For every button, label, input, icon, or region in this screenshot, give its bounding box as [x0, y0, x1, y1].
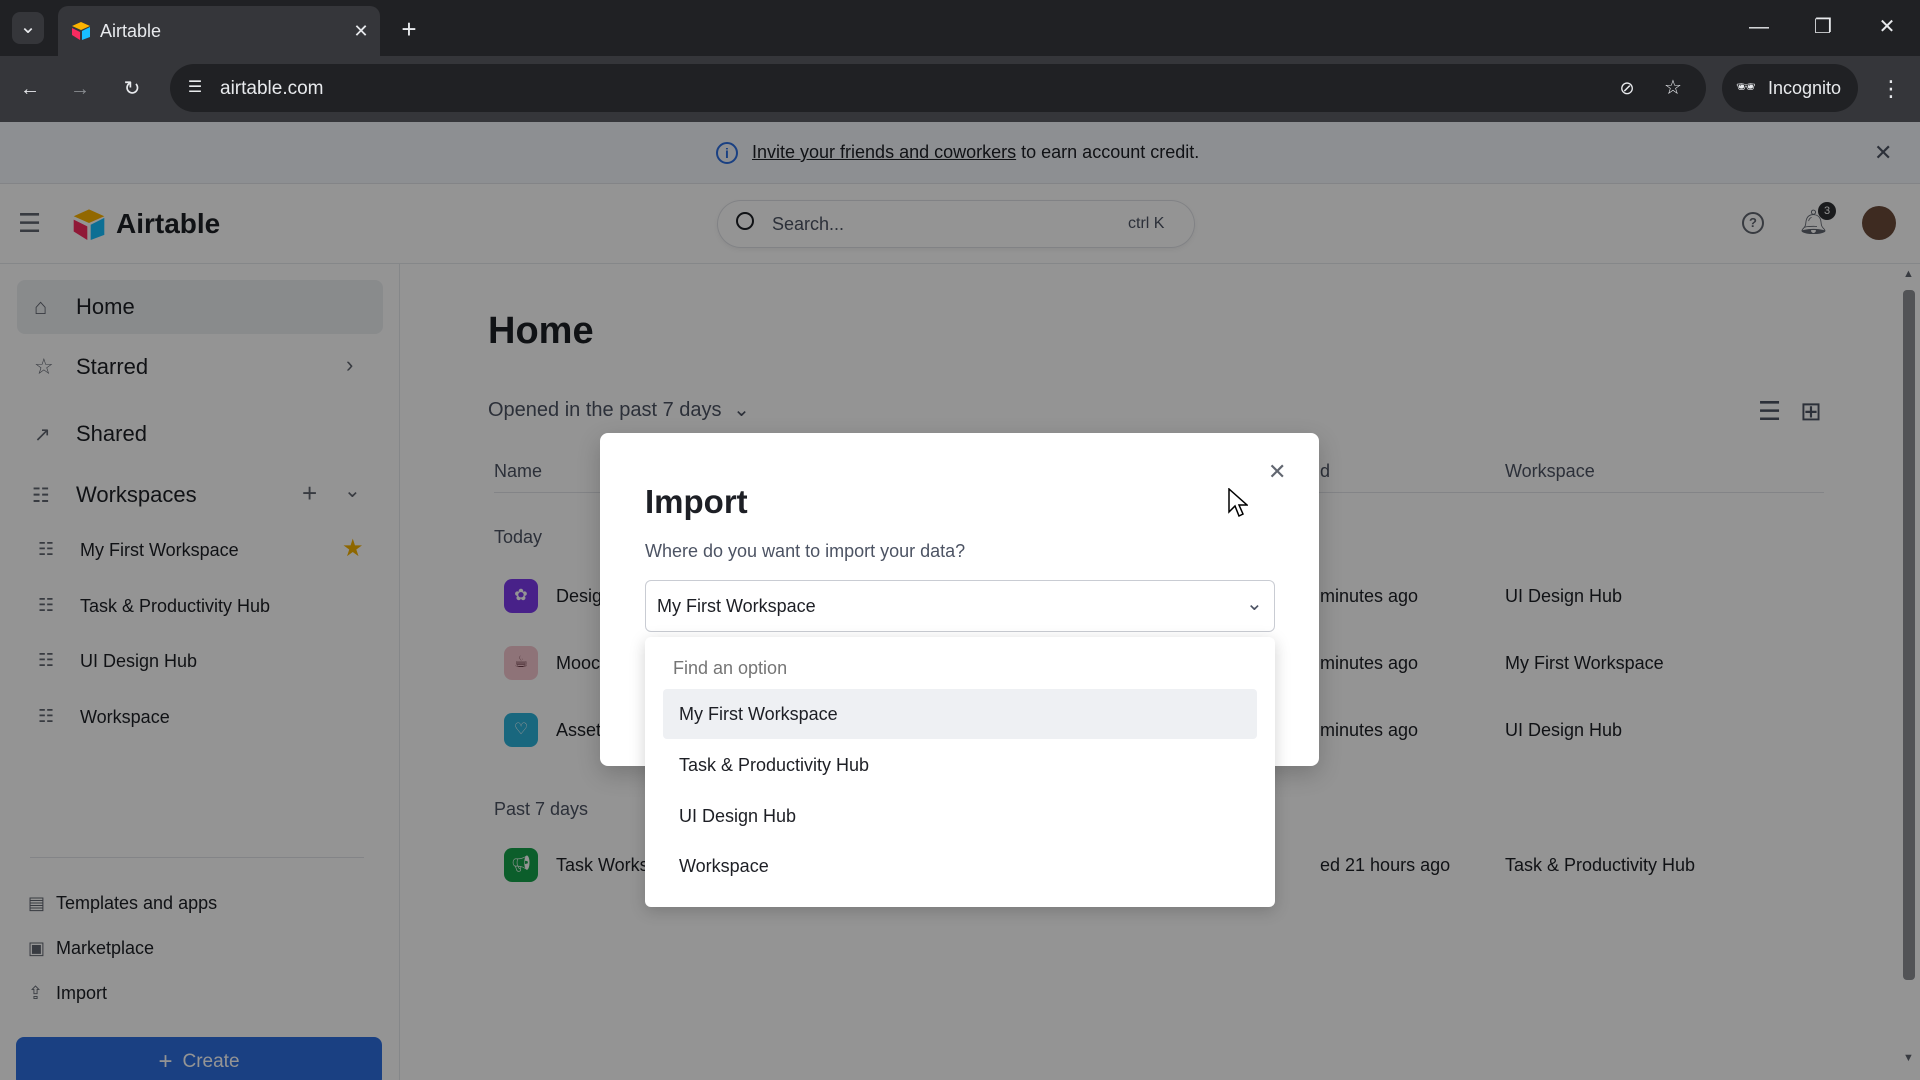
workspace-select-value: My First Workspace	[657, 596, 816, 616]
workspace-dropdown: My First Workspace Task & Productivity H…	[645, 637, 1275, 907]
dropdown-option[interactable]: Task & Productivity Hub	[663, 740, 1257, 790]
workspace-select[interactable]: My First Workspace ⌄	[645, 580, 1275, 632]
incognito-icon: 🕶	[1735, 79, 1757, 96]
airtable-favicon	[72, 22, 90, 40]
site-info-icon[interactable]: ☰	[180, 73, 210, 103]
address-bar[interactable]: ☰ airtable.com ⊘ ☆	[170, 64, 1706, 112]
close-tab-icon[interactable]: ✕	[346, 16, 376, 46]
eye-off-icon[interactable]: ⊘	[1612, 73, 1642, 103]
browser-menu-icon[interactable]: ⋮	[1876, 74, 1906, 104]
bookmark-star-icon[interactable]: ☆	[1658, 73, 1688, 103]
new-tab-icon[interactable]: +	[394, 14, 424, 44]
dropdown-option[interactable]: UI Design Hub	[663, 791, 1257, 841]
dropdown-option[interactable]: My First Workspace	[663, 689, 1257, 739]
restore-icon[interactable]: ❐	[1806, 12, 1840, 42]
url-text[interactable]: airtable.com	[220, 78, 324, 100]
dropdown-option[interactable]: Workspace	[663, 841, 1257, 891]
incognito-chip[interactable]: 🕶 Incognito	[1722, 64, 1858, 112]
mouse-cursor-icon	[1228, 488, 1248, 518]
tab-title: Airtable	[100, 21, 162, 41]
close-window-icon[interactable]: ✕	[1870, 12, 1904, 42]
modal-close-icon[interactable]: ✕	[1268, 459, 1286, 485]
tab-search-button[interactable]: ⌄	[12, 12, 44, 44]
modal-question: Where do you want to import your data?	[645, 541, 966, 561]
incognito-label: Incognito	[1768, 78, 1842, 98]
chevron-down-icon: ⌄	[1246, 593, 1263, 615]
reload-icon[interactable]: ↻	[116, 74, 148, 104]
back-icon[interactable]: ←	[14, 74, 46, 104]
modal-title: Import	[645, 483, 748, 520]
minimize-icon[interactable]: —	[1742, 12, 1776, 42]
find-option-input[interactable]	[673, 651, 1243, 685]
browser-tab[interactable]: Airtable ✕	[58, 6, 380, 56]
forward-icon[interactable]: →	[64, 74, 96, 104]
